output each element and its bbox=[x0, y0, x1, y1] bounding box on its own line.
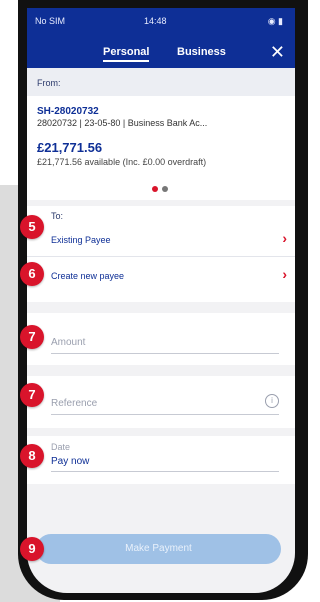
date-label: Date bbox=[51, 442, 71, 452]
create-payee-label: Create new payee bbox=[51, 271, 125, 281]
account-detail: 28020732 | 23-05-80 | Business Bank Ac..… bbox=[37, 118, 208, 128]
page-dot-active[interactable] bbox=[152, 186, 158, 192]
amount-underline bbox=[51, 353, 279, 354]
from-account-card[interactable]: SH-28020732 28020732 | 23-05-80 | Busine… bbox=[27, 96, 295, 178]
carrier-status: No SIM bbox=[35, 16, 66, 26]
to-section: To: Existing Payee › Create new payee › bbox=[27, 206, 295, 302]
tab-personal[interactable]: Personal bbox=[103, 46, 150, 62]
info-icon[interactable]: i bbox=[265, 394, 279, 408]
carousel-indicator bbox=[27, 178, 295, 200]
status-time: 14:48 bbox=[144, 16, 167, 26]
from-label: From: bbox=[37, 78, 61, 88]
amount-field[interactable]: Amount bbox=[27, 313, 295, 365]
step-badge: 6 bbox=[20, 262, 44, 286]
tab-business[interactable]: Business bbox=[177, 46, 226, 58]
account-name: SH-28020732 bbox=[37, 106, 99, 117]
date-underline bbox=[51, 471, 279, 472]
existing-payee-label: Existing Payee bbox=[51, 235, 111, 245]
existing-payee-row[interactable]: Existing Payee › bbox=[27, 226, 295, 257]
battery-icon: ◉ ▮ bbox=[267, 16, 283, 26]
app-header: No SIM 14:48 ◉ ▮ Personal Business ✕ bbox=[27, 8, 295, 68]
from-section-header: From: bbox=[27, 68, 295, 97]
to-label: To: bbox=[51, 211, 64, 221]
chevron-right-icon: › bbox=[282, 230, 287, 246]
amount-placeholder: Amount bbox=[51, 337, 86, 348]
make-payment-button[interactable]: Make Payment bbox=[36, 534, 281, 564]
close-icon[interactable]: ✕ bbox=[270, 42, 285, 63]
step-badge: 8 bbox=[20, 444, 44, 468]
account-balance: £21,771.56 bbox=[37, 140, 103, 155]
account-available: £21,771.56 available (Inc. £0.00 overdra… bbox=[37, 157, 207, 167]
chevron-right-icon: › bbox=[282, 266, 287, 282]
step-badge: 7 bbox=[20, 325, 44, 349]
create-payee-row[interactable]: Create new payee › bbox=[27, 262, 295, 292]
reference-placeholder: Reference bbox=[51, 398, 98, 409]
page-dot[interactable] bbox=[162, 186, 168, 192]
step-badge: 7 bbox=[20, 383, 44, 407]
step-badge: 9 bbox=[20, 537, 44, 561]
step-badge: 5 bbox=[20, 215, 44, 239]
date-field[interactable]: Date Pay now bbox=[27, 436, 295, 484]
app-screen: No SIM 14:48 ◉ ▮ Personal Business ✕ Fro… bbox=[27, 8, 295, 593]
reference-underline bbox=[51, 414, 279, 415]
reference-field[interactable]: Reference i bbox=[27, 376, 295, 428]
date-value: Pay now bbox=[51, 456, 90, 467]
